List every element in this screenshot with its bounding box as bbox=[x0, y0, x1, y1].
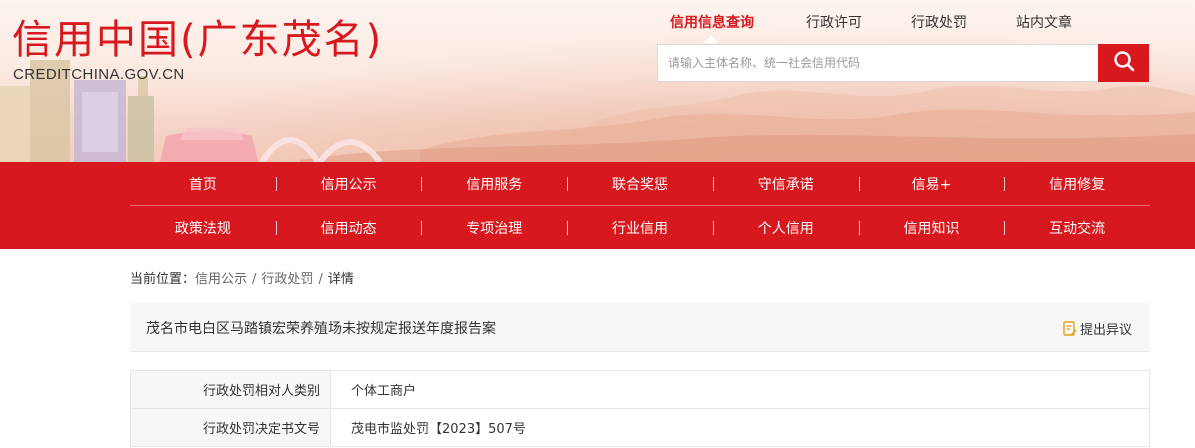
breadcrumb-credit-publicity[interactable]: 信用公示 bbox=[195, 272, 247, 287]
search-input[interactable] bbox=[658, 45, 1098, 81]
breadcrumb-prefix: 当前位置： bbox=[130, 272, 196, 287]
active-tab-caret bbox=[704, 36, 718, 43]
detail-value: 个体工商户 bbox=[351, 384, 417, 399]
detail-label: 行政处罚决定书文号 bbox=[131, 409, 331, 446]
breadcrumb-current: 详情 bbox=[327, 272, 354, 287]
nav-credit-knowledge[interactable]: 信用知识 bbox=[858, 206, 1005, 249]
detail-value: 茂电市监处罚【2023】507号 bbox=[351, 422, 526, 437]
nav-credit-service[interactable]: 信用服务 bbox=[421, 162, 567, 205]
top-nav-penalty[interactable]: 行政处罚 bbox=[911, 12, 967, 32]
nav-personal-credit[interactable]: 个人信用 bbox=[712, 206, 859, 249]
nav-interaction[interactable]: 互动交流 bbox=[1004, 206, 1150, 249]
header-banner: 信用中国(广东茂名) CREDITCHINA.GOV.CN 信用信息查询 行政许… bbox=[0, 0, 1195, 162]
table-row: 行政处罚决定书文号 茂电市监处罚【2023】507号 bbox=[131, 409, 1149, 447]
nav-home[interactable]: 首页 bbox=[130, 162, 276, 205]
nav-industry-credit[interactable]: 行业信用 bbox=[567, 206, 713, 249]
search-box bbox=[657, 44, 1099, 82]
nav-credit-publicity[interactable]: 信用公示 bbox=[275, 162, 422, 205]
breadcrumb-penalty[interactable]: 行政处罚 bbox=[261, 272, 313, 287]
nav-policy[interactable]: 政策法规 bbox=[130, 206, 276, 249]
nav-xinyi-plus[interactable]: 信易+ bbox=[858, 162, 1005, 205]
search-button[interactable] bbox=[1098, 44, 1149, 82]
nav-joint-reward-punish[interactable]: 联合奖惩 bbox=[567, 162, 713, 205]
case-title-bar: 茂名市电白区马踏镇宏荣养殖场未按规定报送年度报告案 提出异议 bbox=[130, 303, 1150, 352]
main-nav-row-2: 政策法规 信用动态 专项治理 行业信用 个人信用 信用知识 互动交流 bbox=[130, 206, 1150, 249]
report-edit-icon bbox=[1063, 321, 1077, 336]
breadcrumb-separator: / bbox=[252, 272, 257, 287]
nav-credit-commitment[interactable]: 守信承诺 bbox=[712, 162, 859, 205]
detail-label: 行政处罚相对人类别 bbox=[131, 371, 331, 408]
site-url: CREDITCHINA.GOV.CN bbox=[13, 66, 185, 83]
objection-label: 提出异议 bbox=[1079, 323, 1132, 338]
case-title: 茂名市电白区马踏镇宏荣养殖场未按规定报送年度报告案 bbox=[146, 321, 496, 337]
breadcrumb: 当前位置：信用公示 / 行政处罚 / 详情 bbox=[130, 268, 354, 287]
nav-credit-news[interactable]: 信用动态 bbox=[275, 206, 422, 249]
top-nav-articles[interactable]: 站内文章 bbox=[1016, 12, 1072, 32]
table-row: 行政处罚相对人类别 个体工商户 bbox=[131, 371, 1149, 409]
raise-objection-button[interactable]: 提出异议 bbox=[1063, 319, 1132, 338]
top-nav-credit-query[interactable]: 信用信息查询 bbox=[670, 12, 754, 32]
breadcrumb-separator: / bbox=[318, 272, 323, 287]
site-title: 信用中国(广东茂名) bbox=[12, 17, 384, 63]
main-nav-row-1: 首页 信用公示 信用服务 联合奖惩 守信承诺 信易+ 信用修复 bbox=[130, 162, 1150, 205]
nav-credit-repair[interactable]: 信用修复 bbox=[1004, 162, 1150, 205]
nav-special-governance[interactable]: 专项治理 bbox=[421, 206, 567, 249]
top-nav-license[interactable]: 行政许可 bbox=[806, 12, 862, 32]
search-icon bbox=[1113, 50, 1135, 76]
detail-table: 行政处罚相对人类别 个体工商户 行政处罚决定书文号 茂电市监处罚【2023】50… bbox=[130, 370, 1150, 447]
main-nav: 首页 信用公示 信用服务 联合奖惩 守信承诺 信易+ 信用修复 政策法规 信用动… bbox=[0, 162, 1195, 249]
